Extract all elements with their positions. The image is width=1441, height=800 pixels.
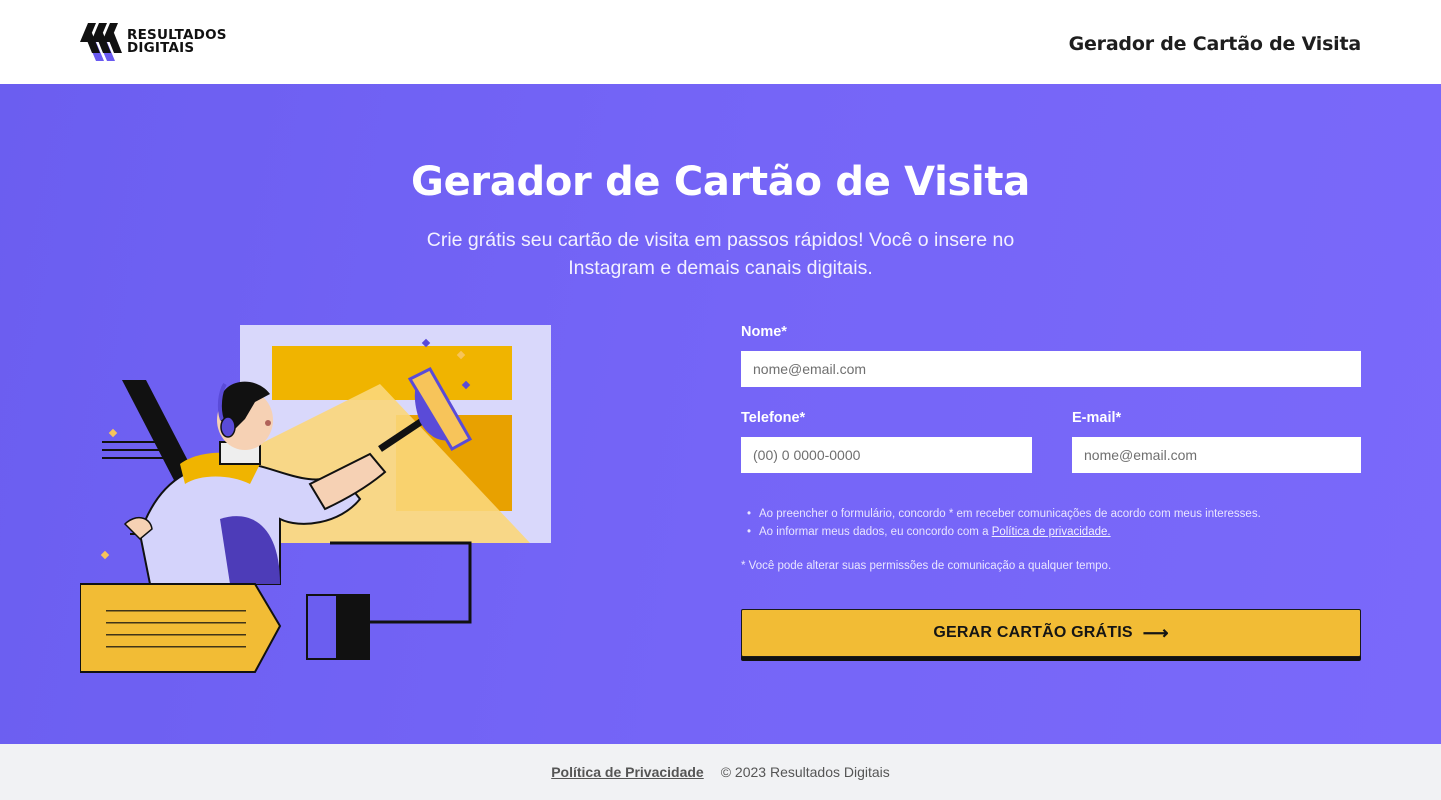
submit-label: GERAR CARTÃO GRÁTIS xyxy=(933,624,1133,641)
footer-privacy-link[interactable]: Política de Privacidade xyxy=(551,764,704,780)
hero-title: Gerador de Cartão de Visita xyxy=(411,159,1030,205)
painter-illustration xyxy=(80,325,551,673)
hero-section: Gerador de Cartão de Visita Crie grátis … xyxy=(0,84,1441,744)
header-title: Gerador de Cartão de Visita xyxy=(1068,33,1362,55)
resultados-digitais-logo[interactable]: RESULTADOS DIGITAIS xyxy=(80,23,227,61)
site-footer: Política de Privacidade © 2023 Resultado… xyxy=(0,744,1441,800)
logo-line-2: DIGITAIS xyxy=(127,40,195,56)
consent-item-communications: Ao preencher o formulário, concordo * em… xyxy=(741,505,1361,523)
site-header: RESULTADOS DIGITAIS Gerador de Cartão de… xyxy=(0,0,1441,84)
email-label: E-mail* xyxy=(1072,410,1122,426)
email-input[interactable] xyxy=(1072,437,1361,473)
submit-wrapper: GERAR CARTÃO GRÁTIS ⟶ xyxy=(741,609,1361,661)
phone-input[interactable] xyxy=(741,437,1032,473)
consent-privacy-text: Ao informar meus dados, eu concordo com … xyxy=(759,526,992,538)
phone-label: Telefone* xyxy=(741,410,806,426)
footer-copyright: © 2023 Resultados Digitais xyxy=(720,764,890,780)
hero-subtitle: Crie grátis seu cartão de visita em pass… xyxy=(426,229,1015,279)
logo-wordmark: RESULTADOS DIGITAIS xyxy=(127,28,227,56)
logo-mark-icon xyxy=(80,23,122,61)
privacy-policy-link[interactable]: Política de privacidade. xyxy=(992,526,1111,538)
name-label: Nome* xyxy=(741,324,787,340)
generate-card-button[interactable]: GERAR CARTÃO GRÁTIS ⟶ xyxy=(741,609,1361,657)
permissions-note: * Você pode alterar suas permissões de c… xyxy=(741,560,1112,572)
name-input[interactable] xyxy=(741,351,1361,387)
arrow-right-icon: ⟶ xyxy=(1142,622,1169,643)
consent-list: Ao preencher o formulário, concordo * em… xyxy=(741,505,1361,541)
consent-item-privacy: Ao informar meus dados, eu concordo com … xyxy=(741,523,1361,541)
